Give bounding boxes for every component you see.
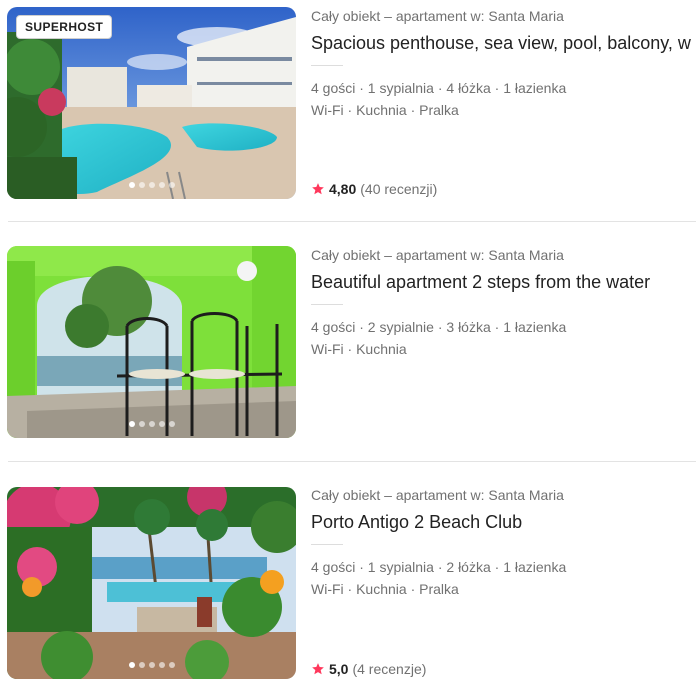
listing-amenities: Wi-Fi · Kuchnia (311, 341, 407, 357)
separator-line (311, 304, 343, 305)
listing-amenities: Wi-Fi · Kuchnia · Pralka (311, 102, 459, 118)
rating-score: 4,80 (329, 181, 357, 197)
star-icon (312, 663, 324, 675)
listing-rating: 4,80 (40 recenzji) (311, 181, 437, 197)
listing-info: Cały obiekt – apartament w: Santa Maria … (311, 247, 692, 360)
review-count: (4 recenzje) (352, 661, 427, 677)
listing-photo[interactable]: SUPERHOST (7, 7, 296, 199)
carousel-dot[interactable] (168, 662, 175, 668)
review-count: (40 recenzji) (360, 181, 438, 197)
listing-photo[interactable] (7, 487, 296, 679)
listing-capacity: 4 gości · 1 sypialnia · 2 łóżka · 1 łazi… (311, 559, 567, 575)
listing-rating: 5,0 (4 recenzje) (311, 661, 426, 677)
listing-title[interactable]: Porto Antigo 2 Beach Club (311, 511, 692, 533)
listing-card[interactable]: Cały obiekt – apartament w: Santa Maria … (0, 463, 696, 691)
carousel-dot[interactable] (148, 421, 155, 427)
star-icon (312, 183, 324, 195)
carousel-dot[interactable] (138, 662, 145, 668)
carousel-dot[interactable] (128, 662, 135, 668)
listing-title[interactable]: Spacious penthouse, sea view, pool, balc… (311, 32, 692, 54)
separator-line (311, 544, 343, 545)
separator-line (311, 65, 343, 66)
photo-carousel-dots[interactable] (7, 421, 296, 427)
carousel-dot[interactable] (138, 182, 145, 188)
listing-divider (8, 461, 696, 462)
listing-info: Cały obiekt – apartament w: Santa Maria … (311, 8, 692, 121)
listing-divider (8, 221, 696, 222)
garden-pool-photo (7, 487, 296, 679)
carousel-dot[interactable] (128, 421, 135, 427)
carousel-dot[interactable] (158, 421, 165, 427)
photo-carousel-dots[interactable] (7, 182, 296, 188)
listing-card[interactable]: Cały obiekt – apartament w: Santa Maria … (0, 223, 696, 462)
listing-type: Cały obiekt – apartament w: Santa Maria (311, 8, 564, 24)
carousel-dot[interactable] (148, 662, 155, 668)
superhost-badge: SUPERHOST (16, 15, 113, 39)
listing-photo[interactable] (7, 246, 296, 438)
carousel-dot[interactable] (158, 662, 165, 668)
carousel-dot[interactable] (168, 421, 175, 427)
rating-score: 5,0 (329, 661, 349, 677)
carousel-dot[interactable] (128, 182, 135, 188)
listing-capacity: 4 gości · 1 sypialnia · 4 łóżka · 1 łazi… (311, 80, 567, 96)
listing-title[interactable]: Beautiful apartment 2 steps from the wat… (311, 271, 692, 293)
listing-results: SUPERHOST Cały obiekt – apartament w: Sa… (0, 0, 696, 691)
listing-info: Cały obiekt – apartament w: Santa Maria … (311, 487, 692, 600)
carousel-dot[interactable] (148, 182, 155, 188)
photo-carousel-dots[interactable] (7, 662, 296, 668)
carousel-dot[interactable] (158, 182, 165, 188)
listing-type: Cały obiekt – apartament w: Santa Maria (311, 487, 564, 503)
listing-card[interactable]: SUPERHOST Cały obiekt – apartament w: Sa… (0, 0, 696, 222)
green-terrace-photo (7, 246, 296, 438)
carousel-dot[interactable] (168, 182, 175, 188)
carousel-dot[interactable] (138, 421, 145, 427)
listing-capacity: 4 gości · 2 sypialnie · 3 łóżka · 1 łazi… (311, 319, 567, 335)
listing-type: Cały obiekt – apartament w: Santa Maria (311, 247, 564, 263)
listing-amenities: Wi-Fi · Kuchnia · Pralka (311, 581, 459, 597)
